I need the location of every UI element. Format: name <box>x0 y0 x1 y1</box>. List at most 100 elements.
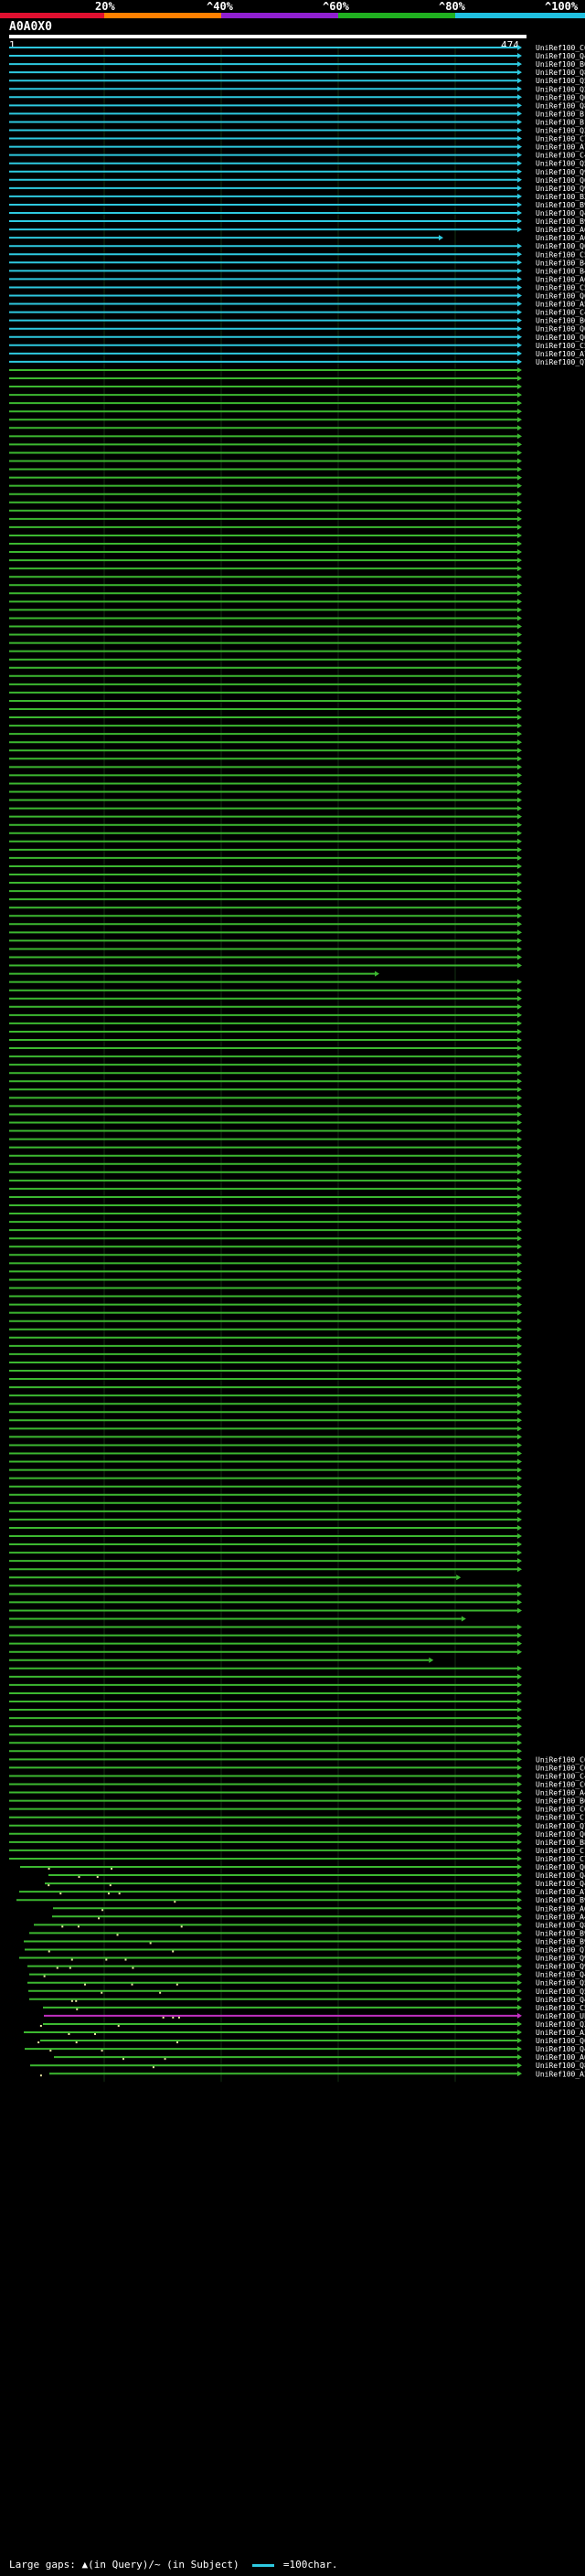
hit-row[interactable] <box>9 1095 522 1101</box>
hit-row[interactable] <box>9 366 522 373</box>
hit-row[interactable] <box>9 1483 522 1489</box>
hit-row[interactable]: UniRef100_Q4CLY1 <box>48 1871 585 1880</box>
hit-row[interactable]: UniRef100_B9WBC3 <box>16 1896 585 1904</box>
hit-row[interactable] <box>9 1342 522 1349</box>
hit-row[interactable] <box>9 1309 522 1316</box>
hit-row[interactable] <box>9 1591 522 1597</box>
hit-row[interactable] <box>9 689 522 695</box>
hit-row[interactable] <box>9 1632 522 1638</box>
hit-row[interactable]: UniRef100_A6MMQ6 <box>9 226 585 234</box>
hit-row[interactable] <box>9 706 522 712</box>
hit-row[interactable]: UniRef100_Q8ZQF0 <box>9 69 585 77</box>
hit-row[interactable] <box>9 921 522 928</box>
hit-row[interactable] <box>9 1508 522 1514</box>
hit-row[interactable]: UniRef100_B0M196 <box>9 60 585 69</box>
hit-row[interactable] <box>9 888 522 895</box>
hit-row[interactable] <box>9 1393 522 1399</box>
hit-row[interactable] <box>9 417 522 423</box>
hit-row[interactable] <box>9 664 522 671</box>
hit-row[interactable] <box>9 640 522 646</box>
hit-row[interactable]: UniRef100_Q9EGE8 <box>9 185 585 193</box>
hit-row[interactable] <box>9 648 522 654</box>
hit-row[interactable] <box>9 846 522 853</box>
hit-row[interactable] <box>9 466 522 472</box>
hit-row[interactable] <box>9 1516 522 1522</box>
hit-row[interactable] <box>9 574 522 580</box>
hit-row[interactable] <box>9 1450 522 1457</box>
hit-row[interactable] <box>9 1028 522 1034</box>
hit-row[interactable] <box>9 1078 522 1085</box>
hit-row[interactable] <box>9 747 522 754</box>
hit-row[interactable] <box>9 450 522 456</box>
hit-row[interactable] <box>9 1442 522 1448</box>
hit-row[interactable] <box>9 1500 522 1506</box>
hit-row[interactable] <box>9 780 522 787</box>
hit-row[interactable] <box>9 1707 522 1713</box>
hit-row[interactable]: UniRef100_Q42564 <box>9 209 585 217</box>
hit-row[interactable] <box>9 1409 522 1415</box>
hit-row[interactable] <box>9 408 522 415</box>
hit-row[interactable] <box>9 1599 522 1606</box>
hit-row[interactable]: UniRef100_Q50H46 <box>27 1979 585 1988</box>
hit-row[interactable]: UniRef100_Q42592 <box>25 2045 585 2053</box>
hit-row[interactable] <box>9 1103 522 1109</box>
hit-row[interactable] <box>9 756 522 762</box>
hit-row[interactable] <box>9 1144 522 1150</box>
hit-row[interactable]: UniRef100_A6MPE2 <box>9 234 585 242</box>
hit-row[interactable] <box>9 1003 522 1010</box>
hit-row[interactable]: UniRef100_Q50H47 <box>28 1988 585 1996</box>
hit-row[interactable] <box>9 854 522 861</box>
hit-row[interactable]: UniRef100_C0S8S8 <box>9 1764 585 1772</box>
hit-row[interactable] <box>9 656 522 663</box>
hit-row[interactable]: UniRef100_B1Y5V4 <box>9 118 585 126</box>
hit-row[interactable]: UniRef100_B4FR28 <box>9 259 585 267</box>
hit-row[interactable] <box>9 1012 522 1018</box>
hit-row[interactable] <box>9 946 522 952</box>
hit-row[interactable] <box>9 392 522 398</box>
hit-row[interactable]: UniRef100_Q38397 <box>39 2020 585 2029</box>
hit-row[interactable] <box>9 1542 522 1548</box>
hit-row[interactable] <box>9 1648 522 1655</box>
hit-row[interactable] <box>9 697 522 704</box>
hit-row[interactable] <box>9 515 522 522</box>
hit-row[interactable] <box>9 1458 522 1465</box>
hit-row[interactable] <box>9 1128 522 1134</box>
hit-row[interactable]: UniRef100_Q6ZJJ1 <box>9 292 585 301</box>
hit-row[interactable]: UniRef100_Q39780 <box>9 127 585 135</box>
hit-row[interactable] <box>9 1417 522 1424</box>
hit-row[interactable] <box>9 880 522 886</box>
hit-row[interactable] <box>9 1550 522 1556</box>
hit-row[interactable] <box>9 1673 522 1680</box>
hit-row[interactable] <box>9 566 522 572</box>
hit-row[interactable] <box>9 896 522 903</box>
hit-row[interactable] <box>9 1359 522 1365</box>
hit-row[interactable]: UniRef100_Q6ZHB8 <box>37 2037 585 2045</box>
hit-row[interactable] <box>9 772 522 779</box>
hit-row[interactable]: UniRef100_B1ZTD7 <box>9 110 585 118</box>
hit-row[interactable] <box>9 1062 522 1068</box>
hit-row[interactable] <box>9 1467 522 1473</box>
hit-row[interactable] <box>9 1690 522 1696</box>
hit-row[interactable] <box>9 813 522 820</box>
hit-row[interactable] <box>9 1111 522 1118</box>
hit-row[interactable] <box>9 1732 522 1738</box>
hit-row[interactable]: UniRef100_Q4WL59 <box>45 1880 585 1888</box>
hit-row[interactable] <box>9 905 522 911</box>
hit-row[interactable]: UniRef100_B9H7G1 <box>24 1937 585 1945</box>
hit-row[interactable]: UniRef100_Q9ASR7 <box>27 1963 585 1971</box>
hit-row[interactable] <box>9 1426 522 1432</box>
hit-row[interactable]: UniRef100_Q8N4V7 <box>9 101 585 110</box>
hit-row[interactable] <box>9 764 522 770</box>
hit-row[interactable]: UniRef100_Q01G76 <box>20 1863 585 1871</box>
hit-row[interactable]: UniRef100_C7F6Z2 <box>9 135 585 143</box>
hit-row[interactable]: UniRef100_C1G2C8 <box>9 1847 585 1855</box>
hit-row[interactable] <box>9 1715 522 1722</box>
hit-row[interactable] <box>9 797 522 803</box>
hit-row[interactable] <box>9 1326 522 1332</box>
hit-row[interactable]: UniRef100_C5J0H7 <box>9 283 585 292</box>
hit-row[interactable] <box>9 739 522 746</box>
hit-row[interactable] <box>9 631 522 638</box>
hit-row[interactable]: UniRef100_A6RAD0 <box>53 1904 585 1913</box>
hit-row[interactable]: UniRef100_B9H192 <box>9 217 585 226</box>
hit-row[interactable] <box>9 1252 522 1258</box>
